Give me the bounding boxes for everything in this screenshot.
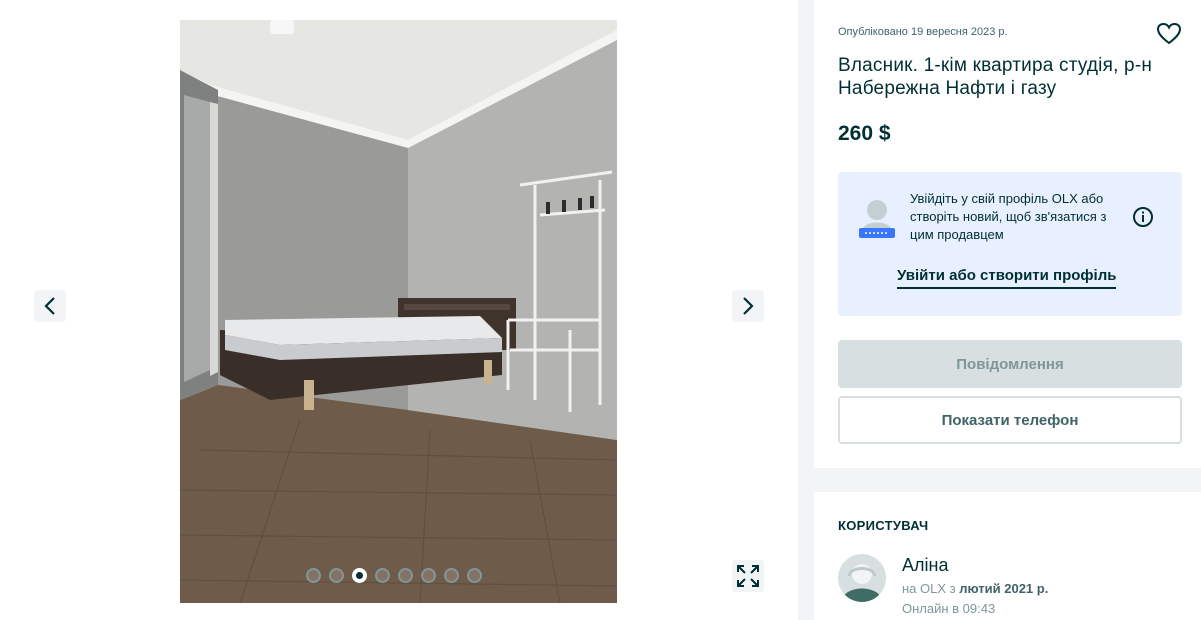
photo-dot[interactable] [421, 568, 436, 583]
seller-panel: КОРИСТУВАЧ Аліна на OLX з лютий 2021 р. … [814, 492, 1201, 620]
seller-since-prefix: на OLX з [902, 581, 956, 596]
login-link[interactable]: Увійти або створити профіль [897, 267, 1117, 289]
heart-icon [1156, 22, 1182, 45]
login-prompt-text: Увійдіть у свій профіль OLX або створіть… [910, 191, 1107, 242]
avatar-icon[interactable] [838, 554, 886, 602]
next-photo-button[interactable] [732, 290, 764, 322]
message-button[interactable]: Повідомлення [838, 340, 1182, 388]
seller-name[interactable]: Аліна [902, 555, 948, 576]
info-icon[interactable] [1132, 206, 1154, 233]
favorite-button[interactable] [1156, 22, 1182, 51]
listing-title: Власник. 1-кім квартира студія, р-н Набе… [838, 55, 1153, 99]
profile-illustration-icon [858, 196, 896, 245]
photo-dot[interactable] [329, 568, 344, 583]
listing-price: 260 $ [838, 122, 891, 145]
fullscreen-button[interactable] [732, 560, 764, 592]
photo-dot[interactable] [352, 568, 367, 583]
photo-dot[interactable] [444, 568, 459, 583]
photo-gallery [0, 0, 798, 620]
seller-heading: КОРИСТУВАЧ [838, 518, 929, 533]
photo-dot[interactable] [467, 568, 482, 583]
listing-photo[interactable] [180, 20, 617, 603]
posted-date: Опубліковано 19 вересня 2023 р. [838, 26, 1008, 38]
login-prompt: Увійдіть у свій профіль OLX або створіть… [838, 172, 1182, 316]
listing-details-panel: Опубліковано 19 вересня 2023 р. Власник.… [814, 0, 1201, 468]
seller-online-status: Онлайн в 09:43 [902, 601, 996, 616]
photo-dot[interactable] [398, 568, 413, 583]
seller-since-date: лютий 2021 р. [959, 581, 1049, 596]
chevron-right-icon [743, 297, 754, 315]
previous-photo-button[interactable] [34, 290, 66, 322]
photo-pagination [306, 568, 482, 583]
photo-dot[interactable] [375, 568, 390, 583]
photo-dot[interactable] [306, 568, 321, 583]
seller-since: на OLX з лютий 2021 р. [902, 581, 1048, 596]
chevron-left-icon [44, 297, 55, 315]
expand-icon [737, 565, 759, 587]
show-phone-button[interactable]: Показати телефон [838, 396, 1182, 444]
